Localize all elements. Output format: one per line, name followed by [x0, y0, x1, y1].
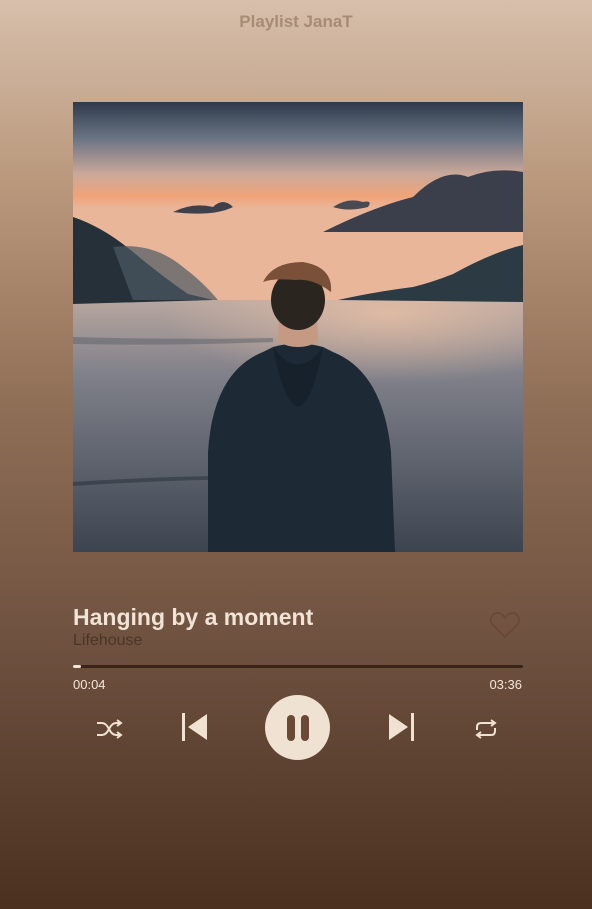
- repeat-button[interactable]: [471, 714, 501, 744]
- like-button[interactable]: [489, 610, 521, 640]
- shuffle-icon: [97, 719, 123, 739]
- pause-icon: [286, 714, 309, 741]
- playlist-title: Playlist JanaT: [239, 12, 353, 31]
- album-artwork: [73, 102, 523, 552]
- current-time: 00:04: [73, 677, 106, 692]
- repeat-icon: [475, 719, 497, 739]
- previous-button[interactable]: [178, 710, 210, 744]
- shuffle-button[interactable]: [94, 714, 124, 744]
- total-time: 03:36: [489, 677, 522, 692]
- next-button[interactable]: [386, 710, 418, 744]
- skip-previous-icon: [182, 713, 207, 741]
- artist-name: Lifehouse: [73, 632, 143, 649]
- song-title: Hanging by a moment: [73, 604, 314, 630]
- skip-next-icon: [389, 713, 414, 741]
- progress-bar[interactable]: [73, 665, 523, 668]
- progress-fill: [73, 665, 82, 668]
- play-pause-button[interactable]: [265, 695, 330, 760]
- heart-outline-icon: [489, 611, 521, 638]
